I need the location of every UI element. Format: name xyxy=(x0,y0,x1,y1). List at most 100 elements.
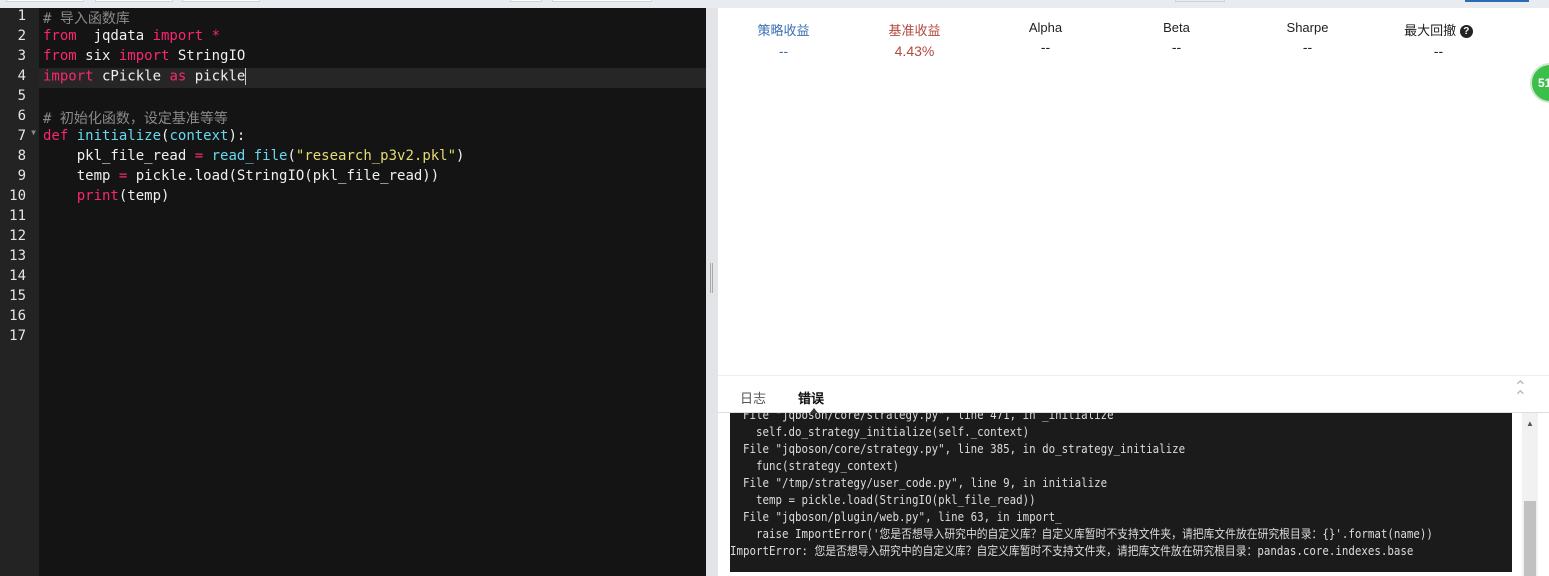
code-line[interactable]: pkl_file_read = read_file("research_p3v2… xyxy=(39,148,706,168)
results-panel: 策略收益 -- 基准收益 4.43% Alpha -- Beta -- Sharpe -- 最大回撤… xyxy=(718,8,1549,576)
toolbar-button[interactable] xyxy=(1175,0,1225,2)
line-number-gutter: 1 2 3 4 5 6 7 ▼ 8 9 10 11 12 13 14 15 16 17 xyxy=(0,8,39,576)
code-line[interactable] xyxy=(39,288,706,308)
code-line[interactable]: from jqdata import * xyxy=(39,28,706,48)
code-token: ( xyxy=(287,148,296,164)
code-token: from xyxy=(43,48,77,64)
toolbar-button[interactable] xyxy=(6,0,84,2)
metric-value: -- xyxy=(1040,39,1051,55)
code-token: * xyxy=(203,28,221,44)
code-line[interactable]: import cPickle as pickle xyxy=(39,68,706,88)
metric: 最大回撤 ? -- xyxy=(1373,20,1504,59)
metric-value: -- xyxy=(1171,39,1182,55)
floating-badge[interactable]: 51 xyxy=(1530,63,1549,103)
toolbar-button[interactable] xyxy=(182,0,260,2)
code-token: # 初始化函数，设定基准等等 xyxy=(43,111,228,127)
line-number: 13 xyxy=(9,248,26,264)
toolbar-button[interactable] xyxy=(552,0,652,2)
code-line[interactable] xyxy=(39,268,706,288)
line-number: 4 xyxy=(17,68,26,84)
line-number: 10 xyxy=(9,188,26,204)
line-number: 11 xyxy=(9,208,26,224)
run-button[interactable] xyxy=(1465,0,1529,2)
splitter-handle[interactable] xyxy=(710,263,713,293)
metric-label: 策略收益 xyxy=(757,23,810,38)
code-token: # 导入函数库 xyxy=(43,11,130,27)
code-token: = xyxy=(194,148,204,164)
code-token: import xyxy=(43,68,94,85)
code-token: six xyxy=(76,48,119,64)
code-token: (temp) xyxy=(118,188,170,204)
code-token: from xyxy=(43,28,77,44)
code-line[interactable]: print(temp) xyxy=(39,188,706,208)
code-token: context xyxy=(169,128,229,144)
pane-splitter[interactable] xyxy=(706,8,718,576)
code-line[interactable]: # 初始化函数，设定基准等等 xyxy=(39,108,706,128)
toolbar xyxy=(0,0,1549,8)
code-token: as xyxy=(169,68,187,85)
code-token: print xyxy=(76,188,119,204)
text-cursor xyxy=(245,68,247,85)
line-number: 16 xyxy=(9,308,26,324)
tab-log[interactable]: 日志 xyxy=(740,388,766,407)
collapse-icon[interactable]: ⌃ ⌃ xyxy=(1514,380,1527,406)
code-token: pickle xyxy=(186,68,246,85)
active-tab-caret xyxy=(810,408,818,413)
output-tabs: 日志 错误 ⌃ ⌃ xyxy=(718,375,1549,413)
code-token: read_file xyxy=(211,148,288,164)
metric-value: -- xyxy=(1433,43,1444,59)
metric: Beta -- xyxy=(1111,20,1242,59)
line-number: 6 xyxy=(17,108,26,124)
metric-label: 最大回撤 xyxy=(1404,23,1457,38)
code-area[interactable]: # 导入函数库 from jqdata import * from six impo… xyxy=(39,8,706,348)
code-line[interactable] xyxy=(39,328,706,348)
line-number: 7 ▼ xyxy=(17,128,36,144)
code-editor[interactable]: 1 2 3 4 5 6 7 ▼ 8 9 10 11 12 13 14 15 16 17 # 导入函数库 from j… xyxy=(0,8,706,576)
code-line[interactable] xyxy=(39,88,706,108)
metric-label: 基准收益 xyxy=(888,23,941,38)
metric: 策略收益 -- xyxy=(718,20,849,59)
code-token: jqdata xyxy=(76,28,153,44)
line-number: 14 xyxy=(9,268,26,284)
code-line[interactable] xyxy=(39,208,706,228)
code-line[interactable]: # 导入函数库 xyxy=(39,8,706,28)
line-number: 5 xyxy=(17,88,26,104)
metric: Alpha -- xyxy=(980,20,1111,59)
metric-label: Alpha xyxy=(1028,20,1063,35)
code-line[interactable] xyxy=(39,228,706,248)
line-number: 2 xyxy=(17,28,26,44)
code-token: "research_p3v2.pkl" xyxy=(295,148,457,164)
code-token: cPickle xyxy=(93,68,170,85)
code-token: import xyxy=(152,28,204,44)
metrics-row: 策略收益 -- 基准收益 4.43% Alpha -- Beta -- Sharpe -- 最大回撤… xyxy=(718,20,1518,59)
code-token: def xyxy=(43,128,69,144)
fold-arrow-icon[interactable]: ▼ xyxy=(31,128,36,137)
metric: 基准收益 4.43% xyxy=(849,20,980,59)
line-number: 12 xyxy=(9,228,26,244)
toolbar-button[interactable] xyxy=(510,0,542,2)
code-token: initialize xyxy=(76,128,162,144)
toolbar-button[interactable] xyxy=(95,0,173,2)
line-number: 9 xyxy=(17,168,26,184)
line-number: 3 xyxy=(17,48,26,64)
metric-label: Sharpe xyxy=(1286,20,1329,35)
code-token: pickle.load(StringIO(pkl_file_read)) xyxy=(127,168,440,184)
metric-label: Beta xyxy=(1163,20,1190,35)
code-line[interactable] xyxy=(39,308,706,328)
tab-error[interactable]: 错误 xyxy=(798,388,824,407)
code-token: temp xyxy=(43,168,119,184)
line-number: 17 xyxy=(9,328,26,344)
code-line[interactable]: temp = pickle.load(StringIO(pkl_file_rea… xyxy=(39,168,706,188)
metric: Sharpe -- xyxy=(1242,20,1373,59)
code-token: ): xyxy=(228,128,246,144)
help-icon[interactable]: ? xyxy=(1459,25,1473,38)
line-number: 8 xyxy=(17,148,26,164)
code-line[interactable]: from six import StringIO xyxy=(39,48,706,68)
code-line[interactable]: def initialize(context): xyxy=(39,128,706,148)
code-line[interactable] xyxy=(39,248,706,268)
code-token: ) xyxy=(456,148,465,164)
code-token: StringIO xyxy=(169,48,246,64)
